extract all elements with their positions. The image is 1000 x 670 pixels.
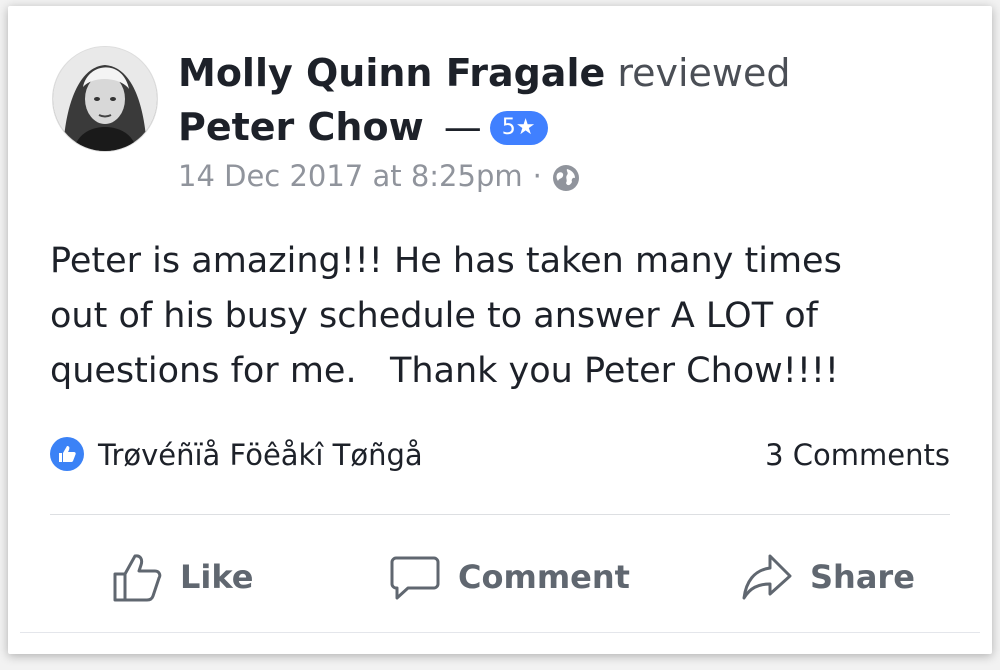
author-name[interactable]: Molly Quinn Fragale [178, 51, 605, 95]
post-meta: 14 Dec 2017 at 8:25pm · [178, 156, 580, 196]
avatar[interactable] [52, 46, 158, 152]
share-label: Share [810, 558, 915, 596]
avatar-photo [53, 47, 157, 151]
share-button[interactable]: Share [740, 546, 915, 608]
like-label: Like [180, 558, 254, 596]
comment-label: Comment [458, 558, 630, 596]
post-text: Peter is amazing!!! He has taken many ti… [50, 241, 842, 391]
reactor-name[interactable]: Trøvéñïå Föêåkî Tøñgå [98, 434, 423, 476]
reviewed-page-name[interactable]: Peter Chow [178, 105, 424, 149]
divider [50, 514, 950, 515]
like-icon[interactable] [50, 437, 84, 471]
globe-icon[interactable] [552, 162, 580, 191]
post-header: Molly Quinn Fragale reviewed Peter Chow … [178, 46, 898, 154]
like-button[interactable]: Like [110, 546, 253, 608]
share-icon [742, 554, 792, 600]
action-bar: Like Comment Share [50, 546, 950, 608]
review-verb: reviewed [617, 51, 791, 95]
comment-button[interactable]: Comment [388, 546, 630, 608]
thumbs-up-icon [113, 554, 162, 602]
comment-icon [390, 556, 440, 600]
meta-separator: · [532, 159, 542, 193]
rating-badge: 5★ [489, 111, 548, 145]
review-post-card: Molly Quinn Fragale reviewed Peter Chow … [8, 6, 992, 654]
comments-count[interactable]: 3 Comments [765, 434, 950, 476]
reactions-bar: Trøvéñïå Föêåkî Tøñgå 3 Comments [50, 434, 950, 476]
post-timestamp[interactable]: 14 Dec 2017 at 8:25pm [178, 156, 523, 196]
header-dash: — [443, 105, 482, 149]
bottom-divider [20, 632, 980, 633]
